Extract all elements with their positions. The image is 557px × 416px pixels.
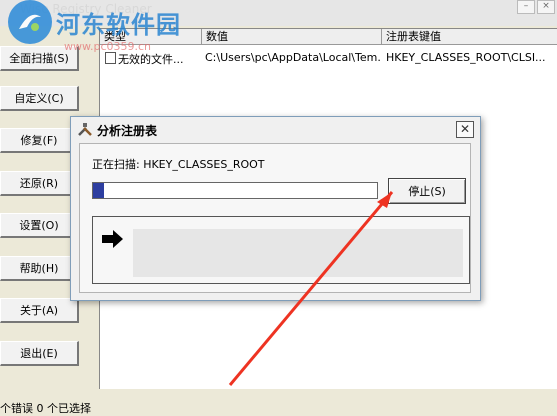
dialog-body: 正在扫描: HKEY_CLASSES_ROOT 停止(S) — [79, 143, 471, 293]
custom-button[interactable]: 自定义(C) — [0, 86, 79, 111]
scan-detail-area — [133, 229, 463, 277]
scan-status-label: 正在扫描: HKEY_CLASSES_ROOT — [92, 158, 265, 171]
status-bar: 个错误 0 个已选择 — [0, 400, 557, 416]
about-button[interactable]: 关于(A) — [0, 298, 79, 323]
row-value-cell[interactable]: C:\Users\pc\AppData\Local\Tem... — [205, 51, 381, 64]
settings-label: 设置(O) — [19, 219, 59, 232]
window-controls: – × — [517, 0, 555, 14]
watermark: 河东软件园 www.pc0359.cn — [8, 0, 181, 53]
row-checkbox[interactable] — [105, 52, 116, 64]
about-label: 关于(A) — [19, 304, 59, 317]
dialog-title-bar: 分析注册表 — [77, 121, 157, 139]
row-type-cell[interactable]: 无效的文件... — [118, 51, 200, 67]
column-header-value[interactable]: 数值 — [202, 29, 382, 45]
help-button[interactable]: 帮助(H) — [0, 256, 79, 281]
dialog-close-button[interactable]: ✕ — [456, 121, 474, 138]
watermark-logo-icon — [8, 0, 52, 44]
scan-progress-bar — [92, 182, 378, 199]
settings-button[interactable]: 设置(O) — [0, 213, 79, 238]
dialog-title: 分析注册表 — [97, 123, 158, 138]
custom-label: 自定义(C) — [14, 92, 64, 105]
row-key-cell[interactable]: HKEY_CLASSES_ROOT\CLSI... — [386, 51, 554, 64]
full-scan-label: 全面扫描(S) — [9, 52, 69, 65]
restore-label: 还原(R) — [19, 177, 59, 190]
repair-label: 修复(F) — [20, 134, 58, 147]
stop-label: 停止(S) — [408, 185, 446, 198]
help-label: 帮助(H) — [19, 262, 59, 275]
minimize-button[interactable]: – — [517, 0, 535, 14]
arrow-right-icon — [101, 229, 125, 252]
close-window-button[interactable]: × — [537, 0, 555, 14]
analyze-registry-dialog: 分析注册表 ✕ 正在扫描: HKEY_CLASSES_ROOT 停止(S) — [70, 116, 481, 301]
repair-button[interactable]: 修复(F) — [0, 128, 79, 153]
watermark-url: www.pc0359.cn — [64, 40, 152, 53]
scan-progress-fill — [93, 183, 105, 198]
stop-button[interactable]: 停止(S) — [388, 178, 466, 204]
tools-icon — [77, 121, 93, 140]
exit-label: 退出(E) — [20, 347, 58, 360]
restore-button[interactable]: 还原(R) — [0, 171, 79, 196]
exit-button[interactable]: 退出(E) — [0, 341, 79, 366]
column-header-key[interactable]: 注册表键值 — [382, 29, 557, 45]
watermark-name: 河东软件园 — [56, 9, 181, 39]
scan-detail-box — [92, 216, 470, 284]
status-text: 个错误 0 个已选择 — [0, 402, 91, 415]
